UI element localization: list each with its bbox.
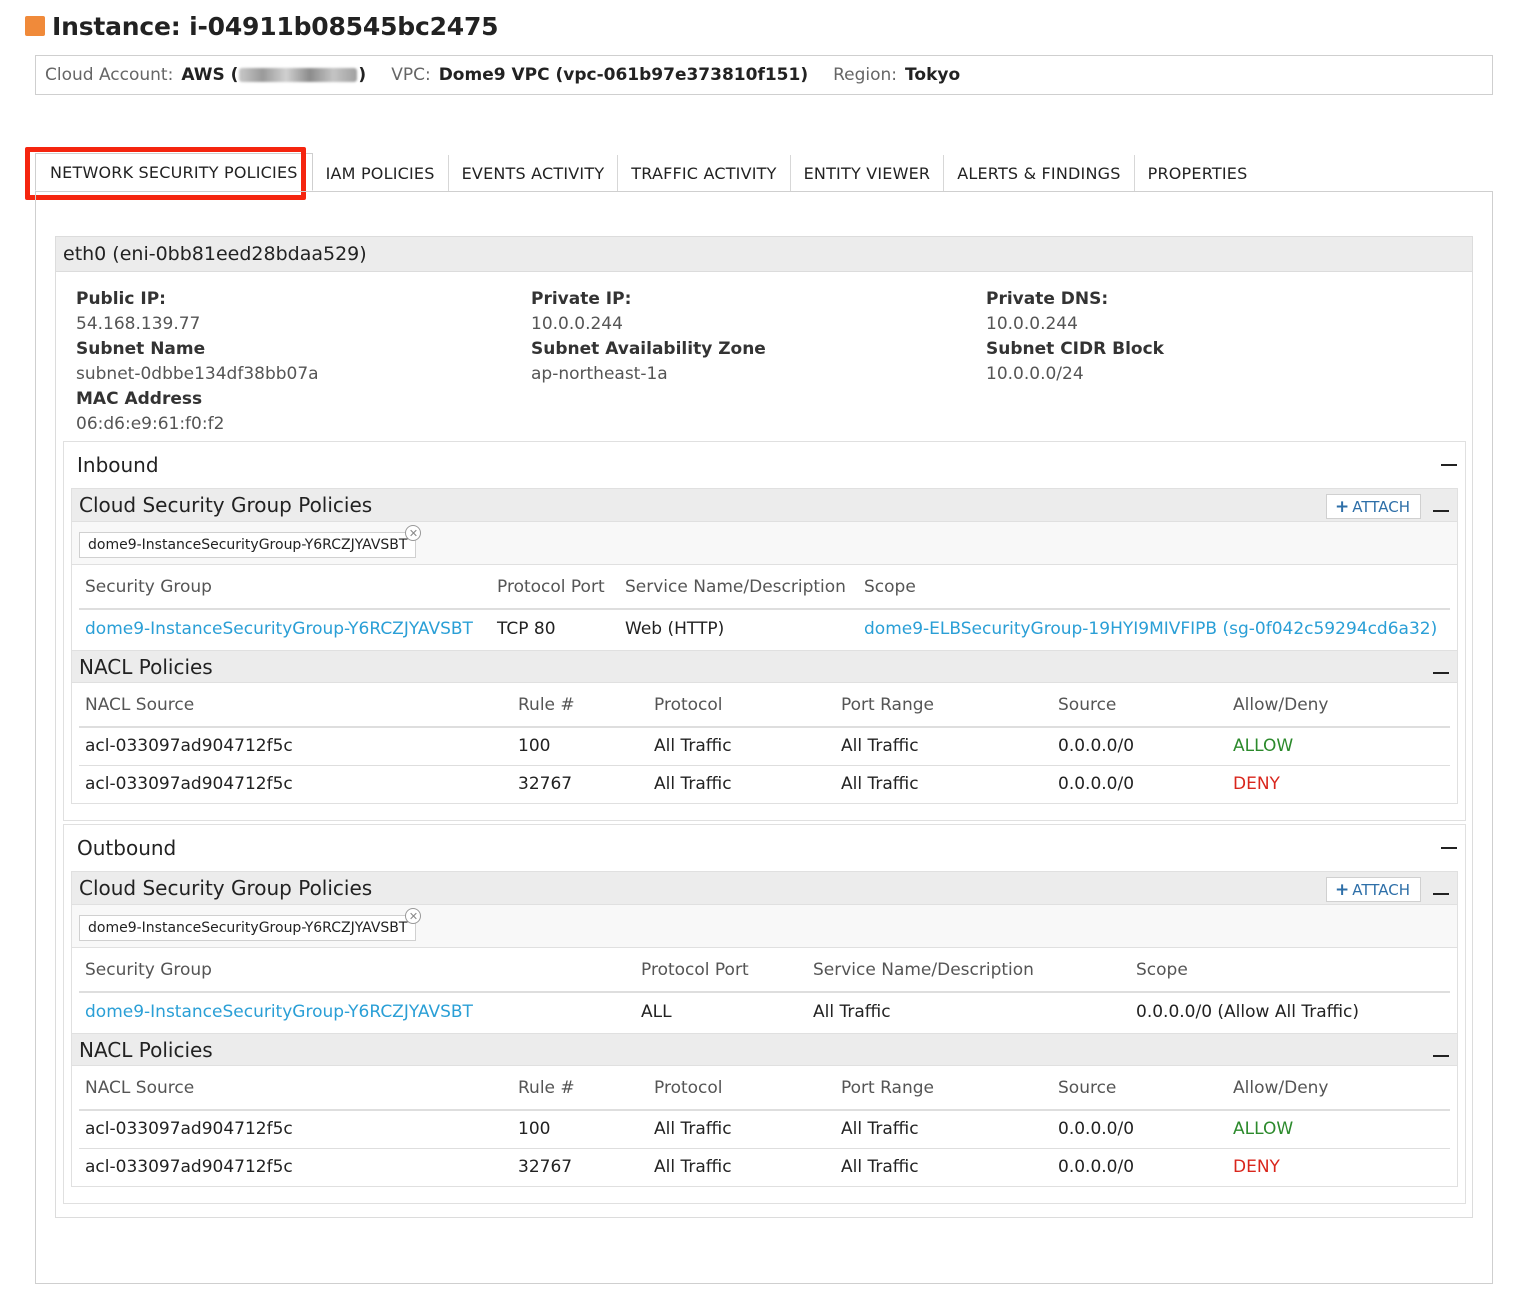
deny-status: DENY	[1233, 1157, 1280, 1178]
subnet-name-value: subnet-0dbbe134df38bb07a	[76, 364, 319, 384]
vpc-label: VPC:	[391, 65, 431, 85]
public-ip-value: 54.168.139.77	[76, 314, 201, 334]
col-service-name: Service Name/Description	[619, 565, 858, 610]
tab-events-activity[interactable]: EVENTS ACTIVITY	[449, 155, 619, 191]
inbound-section: Inbound Cloud Security Group Policies + A…	[63, 441, 1466, 821]
table-row: dome9-InstanceSecurityGroup-Y6RCZJYAVSBT…	[79, 992, 1450, 1030]
allow-status: ALLOW	[1227, 1110, 1450, 1149]
outbound-attach-button[interactable]: + ATTACH	[1326, 877, 1421, 902]
col-protocol-port: Protocol Port	[491, 565, 619, 610]
outbound-csg-panel: Cloud Security Group Policies + ATTACH do…	[71, 871, 1458, 1187]
region-value: Tokyo	[905, 65, 961, 85]
tab-bar: NETWORK SECURITY POLICIES IAM POLICIES E…	[35, 153, 1261, 191]
page-header: Instance: i-04911b08545bc2475	[25, 10, 499, 42]
tab-traffic-activity[interactable]: TRAFFIC ACTIVITY	[618, 155, 791, 191]
remove-chip-icon[interactable]: ✕	[405, 908, 422, 924]
cloud-account-value: AWS ()	[181, 65, 367, 85]
outbound-nacl-table: NACL Source Rule # Protocol Port Range S…	[79, 1066, 1450, 1186]
cloud-account-label: Cloud Account:	[45, 65, 174, 85]
subnet-cidr-value: 10.0.0.0/24	[986, 364, 1084, 384]
outbound-csg-title: Cloud Security Group Policies	[79, 876, 373, 900]
inbound-title: Inbound	[77, 453, 159, 477]
private-dns-value: 10.0.0.244	[986, 314, 1078, 334]
tab-network-security-policies[interactable]: NETWORK SECURITY POLICIES	[35, 153, 313, 191]
security-group-link[interactable]: dome9-InstanceSecurityGroup-Y6RCZJYAVSBT	[79, 609, 491, 647]
deny-status: DENY	[1233, 774, 1280, 795]
security-group-chip: dome9-InstanceSecurityGroup-Y6RCZJYAVSBT…	[79, 525, 422, 558]
table-row: dome9-InstanceSecurityGroup-Y6RCZJYAVSBT…	[79, 609, 1450, 647]
inbound-sg-table: Security Group Protocol Port Service Nam…	[79, 565, 1450, 647]
subnet-name-label: Subnet Name	[76, 339, 206, 359]
collapse-outbound-csg-icon[interactable]	[1433, 893, 1449, 895]
collapse-outbound-icon[interactable]	[1441, 847, 1457, 849]
outbound-title: Outbound	[77, 836, 177, 860]
private-dns-label: Private DNS:	[986, 289, 1109, 309]
collapse-inbound-csg-icon[interactable]	[1433, 510, 1449, 512]
inbound-nacl-title: NACL Policies	[79, 654, 213, 679]
table-row: acl-033097ad904712f5c 100 All Traffic All T…	[79, 727, 1450, 766]
security-group-link[interactable]: dome9-InstanceSecurityGroup-Y6RCZJYAVSBT	[79, 992, 635, 1030]
inbound-nacl-table: NACL Source Rule # Protocol Port Range S…	[79, 683, 1450, 803]
tab-properties[interactable]: PROPERTIES	[1135, 155, 1261, 191]
subnet-az-label: Subnet Availability Zone	[531, 339, 766, 359]
table-row: acl-033097ad904712f5c 100 All Traffic All T…	[79, 1110, 1450, 1149]
allow-status: ALLOW	[1227, 727, 1450, 766]
scope-link[interactable]: dome9-ELBSecurityGroup-19HYI9MIVFIPB (sg…	[858, 609, 1450, 647]
outbound-nacl-title: NACL Policies	[79, 1037, 213, 1062]
outbound-section: Outbound Cloud Security Group Policies +…	[63, 824, 1466, 1204]
subnet-cidr-label: Subnet CIDR Block	[986, 339, 1164, 359]
remove-chip-icon[interactable]: ✕	[405, 525, 422, 541]
plus-icon: +	[1335, 879, 1350, 900]
public-ip-label: Public IP:	[76, 289, 166, 309]
page-title: Instance: i-04911b08545bc2475	[52, 11, 499, 41]
tab-alerts-findings[interactable]: ALERTS & FINDINGS	[944, 155, 1135, 191]
instance-meta-bar: Cloud Account: AWS () VPC: Dome9 VPC (vp…	[35, 55, 1493, 95]
private-ip-label: Private IP:	[531, 289, 632, 309]
security-group-chip: dome9-InstanceSecurityGroup-Y6RCZJYAVSBT…	[79, 908, 422, 941]
col-scope: Scope	[858, 565, 1450, 610]
tab-iam-policies[interactable]: IAM POLICIES	[313, 155, 449, 191]
collapse-inbound-nacl-icon[interactable]	[1433, 672, 1449, 674]
vpc-value: Dome9 VPC (vpc-061b97e373810f151)	[438, 65, 809, 85]
region-label: Region:	[833, 65, 898, 85]
subnet-az-value: ap-northeast-1a	[531, 364, 668, 384]
inbound-csg-title: Cloud Security Group Policies	[79, 493, 373, 517]
col-security-group: Security Group	[79, 565, 491, 610]
mac-address-value: 06:d6:e9:61:f0:f2	[76, 414, 225, 434]
instance-status-icon	[25, 16, 45, 36]
tab-entity-viewer[interactable]: ENTITY VIEWER	[791, 155, 945, 191]
inbound-csg-panel: Cloud Security Group Policies + ATTACH do…	[71, 488, 1458, 804]
inbound-attach-button[interactable]: + ATTACH	[1326, 494, 1421, 519]
collapse-outbound-nacl-icon[interactable]	[1433, 1055, 1449, 1057]
mac-address-label: MAC Address	[76, 389, 203, 409]
table-row: acl-033097ad904712f5c 32767 All Traffic All…	[79, 1148, 1450, 1186]
table-row: acl-033097ad904712f5c 32767 All Traffic All…	[79, 765, 1450, 803]
collapse-inbound-icon[interactable]	[1441, 464, 1457, 466]
private-ip-value: 10.0.0.244	[531, 314, 623, 334]
plus-icon: +	[1335, 496, 1350, 517]
outbound-sg-table: Security Group Protocol Port Service Nam…	[79, 948, 1450, 1030]
eni-header: eth0 (eni-0bb81eed28bdaa529)	[56, 237, 1472, 272]
redacted-account-id	[239, 68, 358, 82]
